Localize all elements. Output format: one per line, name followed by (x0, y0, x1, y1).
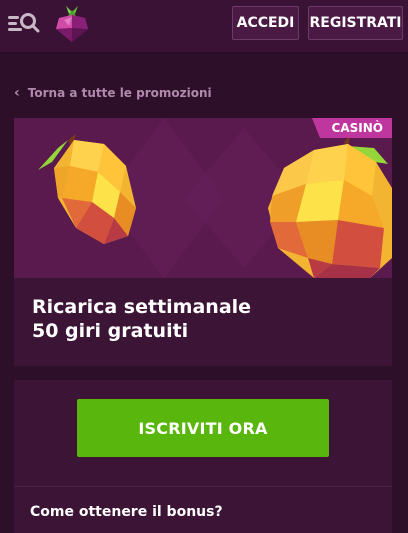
chevron-left-icon: ‹ (14, 85, 20, 101)
promo-actions-card: ISCRIVITI ORA Come ottenere il bonus? (14, 380, 392, 533)
menu-search-icon[interactable] (8, 11, 40, 35)
sign-up-now-button[interactable]: ISCRIVITI ORA (77, 399, 329, 457)
category-badge: CASINÒ (311, 118, 392, 138)
back-link-label: Torna a tutte le promozioni (27, 86, 212, 100)
promo-hero-image: CASINÒ (14, 118, 392, 278)
promo-title-line-1: Ricarica settimanale (32, 296, 252, 318)
how-to-get-bonus-heading[interactable]: Come ottenere il bonus? (30, 504, 223, 520)
back-to-promotions-link[interactable]: ‹ Torna a tutte le promozioni (14, 86, 212, 100)
promo-title-card: Ricarica settimanale 50 giri gratuiti (14, 278, 392, 366)
lemons-illustration (14, 118, 392, 278)
top-bar: ACCEDI REGISTRATI (0, 0, 408, 53)
login-button[interactable]: ACCEDI (232, 6, 299, 40)
promo-title-line-2: 50 giri gratuiti (32, 320, 189, 342)
raspberry-logo[interactable] (55, 4, 89, 44)
register-button[interactable]: REGISTRATI (308, 6, 403, 40)
divider (14, 486, 392, 487)
